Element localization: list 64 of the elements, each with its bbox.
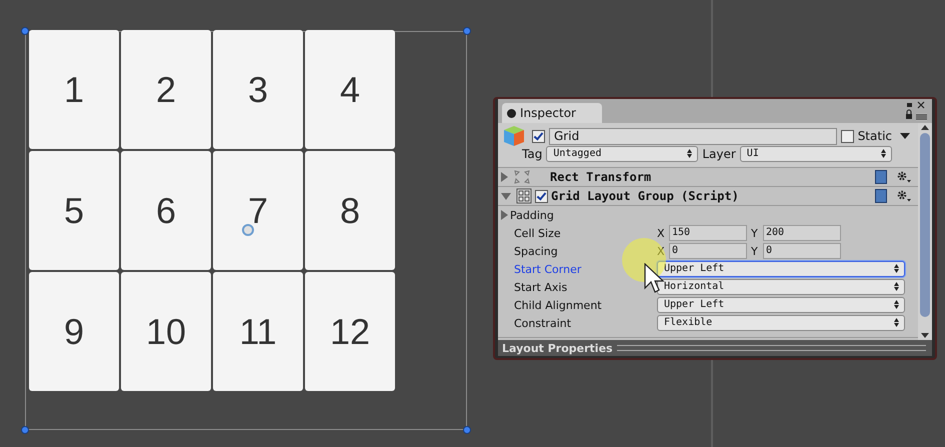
window-controls-icon[interactable]: [904, 100, 930, 122]
grid-tile: 12: [305, 272, 395, 391]
corner-handle[interactable]: [463, 426, 471, 434]
name-field[interactable]: Grid: [549, 128, 837, 144]
grid-tile: 8: [305, 151, 395, 270]
section-title: Layout Properties: [502, 342, 613, 354]
grid-icon: [516, 188, 532, 204]
axis-label: Y: [751, 244, 759, 258]
tag-label: Tag: [522, 147, 542, 161]
transform-icon: [513, 169, 531, 185]
grid-tile: 10: [121, 272, 211, 391]
updown-icon: [894, 318, 899, 327]
settings-icon[interactable]: [896, 189, 912, 203]
grid-tile: 6: [121, 151, 211, 270]
property-label: Child Alignment: [513, 298, 603, 312]
number-field[interactable]: 150: [669, 225, 747, 241]
enum-dropdown[interactable]: Upper Left: [657, 261, 905, 277]
property-label: Start Corner: [513, 262, 582, 276]
layer-label: Layer: [702, 147, 736, 161]
axis-label: X: [657, 226, 666, 240]
enum-dropdown[interactable]: Flexible: [657, 315, 905, 331]
property-label: Cell Size: [513, 226, 562, 240]
static-label: Static: [858, 129, 892, 143]
scrollbar[interactable]: [918, 123, 932, 340]
static-checkbox[interactable]: [840, 130, 854, 142]
grid-tile: 3: [213, 30, 303, 149]
updown-icon: [894, 282, 899, 291]
grid-tile: 5: [29, 151, 119, 270]
inspector-tab[interactable]: Inspector: [502, 103, 602, 123]
foldout-arrow-icon[interactable]: [501, 210, 508, 220]
tag-dropdown[interactable]: Untagged: [546, 146, 698, 162]
property-label: Start Axis: [513, 280, 568, 294]
corner-handle[interactable]: [21, 426, 29, 434]
corner-handle[interactable]: [21, 27, 29, 35]
number-field[interactable]: 0: [763, 243, 841, 259]
enabled-checkbox[interactable]: [535, 190, 548, 202]
cursor-icon: [644, 263, 666, 295]
grid-tile: 7: [213, 151, 303, 270]
component-title: Rect Transform: [550, 170, 652, 184]
grid-tile: 2: [121, 30, 211, 149]
grid-tile: 9: [29, 272, 119, 391]
settings-icon[interactable]: [896, 170, 912, 184]
axis-label: X: [657, 244, 666, 258]
cube-icon: [502, 124, 526, 148]
number-field[interactable]: 0: [669, 243, 747, 259]
property-label[interactable]: Padding: [510, 208, 653, 222]
layer-dropdown[interactable]: UI: [740, 146, 892, 162]
updown-icon: [880, 149, 886, 158]
updown-icon: [894, 300, 899, 309]
property-label: Constraint: [513, 316, 572, 330]
property-label: Spacing: [513, 244, 559, 258]
enum-dropdown[interactable]: Upper Left: [657, 297, 905, 313]
axis-label: Y: [751, 226, 759, 240]
grid-tile: 11: [213, 272, 303, 391]
foldout-arrow-icon[interactable]: [501, 172, 508, 182]
active-checkbox[interactable]: [532, 130, 545, 142]
grid-tile: 4: [305, 30, 395, 149]
component-title: Grid Layout Group (Script): [551, 189, 740, 203]
updown-icon: [687, 149, 692, 158]
enum-dropdown[interactable]: Horizontal: [657, 279, 905, 295]
corner-handle[interactable]: [463, 27, 471, 35]
number-field[interactable]: 200: [763, 225, 841, 241]
updown-icon: [894, 264, 899, 273]
grid-tile: 1: [29, 30, 119, 149]
